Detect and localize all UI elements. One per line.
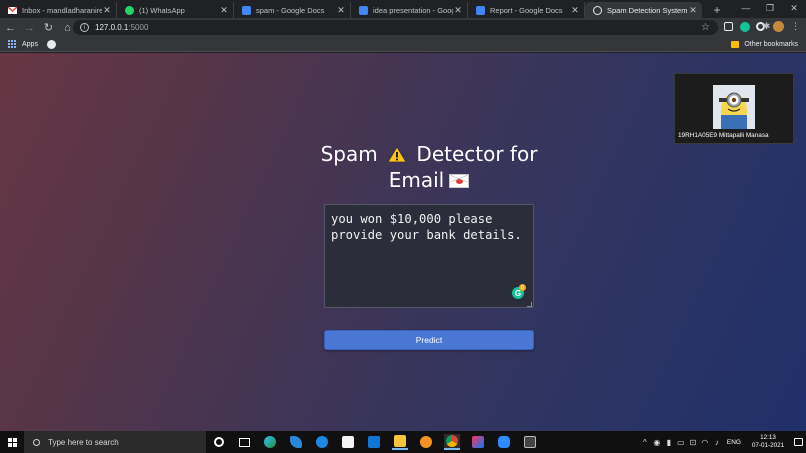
- clock[interactable]: 12:13 07-01-2021: [746, 434, 790, 450]
- grammarly-count-badge: 8: [519, 284, 526, 291]
- terminal-icon[interactable]: [522, 434, 538, 450]
- bookmarks-bar: Apps Other bookmarks: [0, 37, 806, 52]
- title-word-detector: Detector for: [416, 142, 538, 166]
- predict-button[interactable]: Predict: [324, 330, 534, 350]
- battery-icon[interactable]: ▭: [675, 438, 687, 447]
- window-controls: — ❐ ✕: [734, 0, 806, 18]
- tab-gmail[interactable]: Inbox - mandladharanireddy ✕: [0, 2, 117, 18]
- extension-icon[interactable]: [722, 20, 735, 33]
- tab-title: Report - Google Docs: [490, 5, 563, 15]
- webcam-tray-icon[interactable]: ◉: [651, 438, 663, 447]
- wifi-icon[interactable]: ◠: [699, 438, 711, 447]
- minion-avatar-icon: [713, 85, 755, 129]
- browser-toolbar: ← → ↻ ⌂ i 127.0.0.1:5000 ☆ ✱ ⋮: [0, 18, 806, 37]
- globe-bookmark-icon[interactable]: [46, 39, 56, 49]
- windows-taskbar: Type here to search ^ ◉ ▮ ▭ ⊡ ◠ ♪ ENG 12…: [0, 431, 806, 453]
- apps-label: Apps: [22, 40, 38, 48]
- folder-icon: [731, 40, 740, 48]
- message-input[interactable]: you won $10,000 please provide your bank…: [324, 204, 534, 308]
- tab-title: Spam Detection System: [607, 5, 688, 15]
- tab-spam-detection[interactable]: Spam Detection System ✕: [585, 2, 702, 18]
- start-button[interactable]: [0, 431, 24, 453]
- envelope-icon: [449, 174, 470, 188]
- resize-handle-icon[interactable]: [527, 302, 532, 307]
- new-tab-button[interactable]: +: [708, 2, 726, 18]
- microphone-icon[interactable]: ▮: [663, 438, 675, 447]
- webcam-overlay: 19RH1A05E9 Mittapalli Manasa: [674, 73, 794, 144]
- reload-icon[interactable]: ↻: [40, 19, 57, 36]
- webcam-name-label: 19RH1A05E9 Mittapalli Manasa: [678, 132, 769, 139]
- title-word-email: Email: [388, 168, 445, 192]
- file-explorer-icon[interactable]: [392, 434, 408, 450]
- grammarly-extension-icon[interactable]: [738, 20, 751, 33]
- other-bookmarks[interactable]: Other bookmarks: [731, 40, 798, 48]
- orange-app-icon[interactable]: [418, 434, 434, 450]
- intellij-icon[interactable]: [470, 434, 486, 450]
- chrome-icon[interactable]: [444, 434, 460, 450]
- taskbar-search-placeholder: Type here to search: [48, 437, 119, 447]
- title-word-spam: Spam: [320, 142, 378, 166]
- minimize-icon[interactable]: —: [734, 0, 758, 16]
- info-icon[interactable]: i: [80, 23, 89, 32]
- page-title: Spam Detector for Email: [270, 141, 588, 193]
- volume-icon[interactable]: ♪: [711, 438, 723, 447]
- whatsapp-icon: [125, 5, 134, 15]
- other-bookmarks-label: Other bookmarks: [744, 40, 798, 48]
- safari-like-icon[interactable]: [314, 434, 330, 450]
- address-port: :5000: [128, 23, 149, 32]
- gmail-icon: [8, 6, 17, 15]
- windows-logo-icon: [7, 437, 17, 447]
- apps-bookmark[interactable]: Apps: [8, 40, 38, 48]
- close-icon[interactable]: ✕: [102, 5, 112, 16]
- restore-icon[interactable]: ❐: [758, 0, 782, 16]
- tab-title: Inbox - mandladharanireddy: [22, 5, 102, 15]
- network-icon[interactable]: ⊡: [687, 438, 699, 447]
- clock-date: 07-01-2021: [751, 442, 785, 449]
- address-bar[interactable]: i 127.0.0.1:5000 ☆: [73, 20, 718, 35]
- tab-idea-presentation[interactable]: idea presentation - Google D ✕: [351, 2, 468, 18]
- close-icon[interactable]: ✕: [688, 5, 698, 16]
- close-icon[interactable]: ✕: [336, 5, 346, 16]
- back-icon[interactable]: ←: [2, 19, 19, 36]
- forward-icon[interactable]: →: [21, 19, 38, 36]
- tab-title: (1) WhatsApp: [139, 5, 185, 15]
- tab-title: idea presentation - Google D: [373, 5, 453, 15]
- tab-spam-doc[interactable]: spam - Google Docs ✕: [234, 2, 351, 18]
- tab-report-doc[interactable]: Report - Google Docs ✕: [468, 2, 585, 18]
- cortana-icon[interactable]: [211, 434, 227, 450]
- app-bird-icon[interactable]: [288, 434, 304, 450]
- tab-strip: Inbox - mandladharanireddy ✕ (1) WhatsAp…: [0, 0, 806, 18]
- mail-icon[interactable]: [366, 434, 382, 450]
- tab-title: spam - Google Docs: [256, 5, 325, 15]
- tab-whatsapp[interactable]: (1) WhatsApp ✕: [117, 2, 234, 18]
- task-view-icon[interactable]: [236, 434, 252, 450]
- taskbar-search[interactable]: Type here to search: [24, 431, 206, 453]
- close-icon[interactable]: ✕: [570, 5, 580, 16]
- close-icon[interactable]: ✕: [219, 5, 229, 16]
- menu-dots-icon[interactable]: ⋮: [789, 20, 802, 33]
- globe-icon: [593, 5, 602, 15]
- close-icon[interactable]: ✕: [453, 5, 463, 16]
- star-icon[interactable]: ☆: [701, 22, 710, 33]
- zoom-icon[interactable]: [496, 434, 512, 450]
- avatar[interactable]: [772, 20, 785, 33]
- docs-icon: [242, 5, 251, 15]
- search-icon: [33, 438, 40, 446]
- warning-icon: [387, 143, 407, 163]
- docs-icon: [476, 5, 485, 15]
- notification-icon[interactable]: [790, 431, 806, 453]
- docs-icon: [359, 5, 368, 15]
- store-icon[interactable]: [340, 434, 356, 450]
- edge-icon[interactable]: [262, 434, 278, 450]
- chevron-up-icon[interactable]: ^: [639, 438, 651, 447]
- system-tray: ^ ◉ ▮ ▭ ⊡ ◠ ♪ ENG 12:13 07-01-2021: [639, 431, 806, 453]
- language-indicator[interactable]: ENG: [727, 439, 741, 446]
- clock-time: 12:13: [760, 434, 776, 441]
- apps-grid-icon: [8, 40, 16, 48]
- close-window-icon[interactable]: ✕: [782, 0, 806, 16]
- page-content: Spam Detector for Email you won $10,000 …: [0, 53, 806, 431]
- address-host: 127.0.0.1: [95, 23, 129, 32]
